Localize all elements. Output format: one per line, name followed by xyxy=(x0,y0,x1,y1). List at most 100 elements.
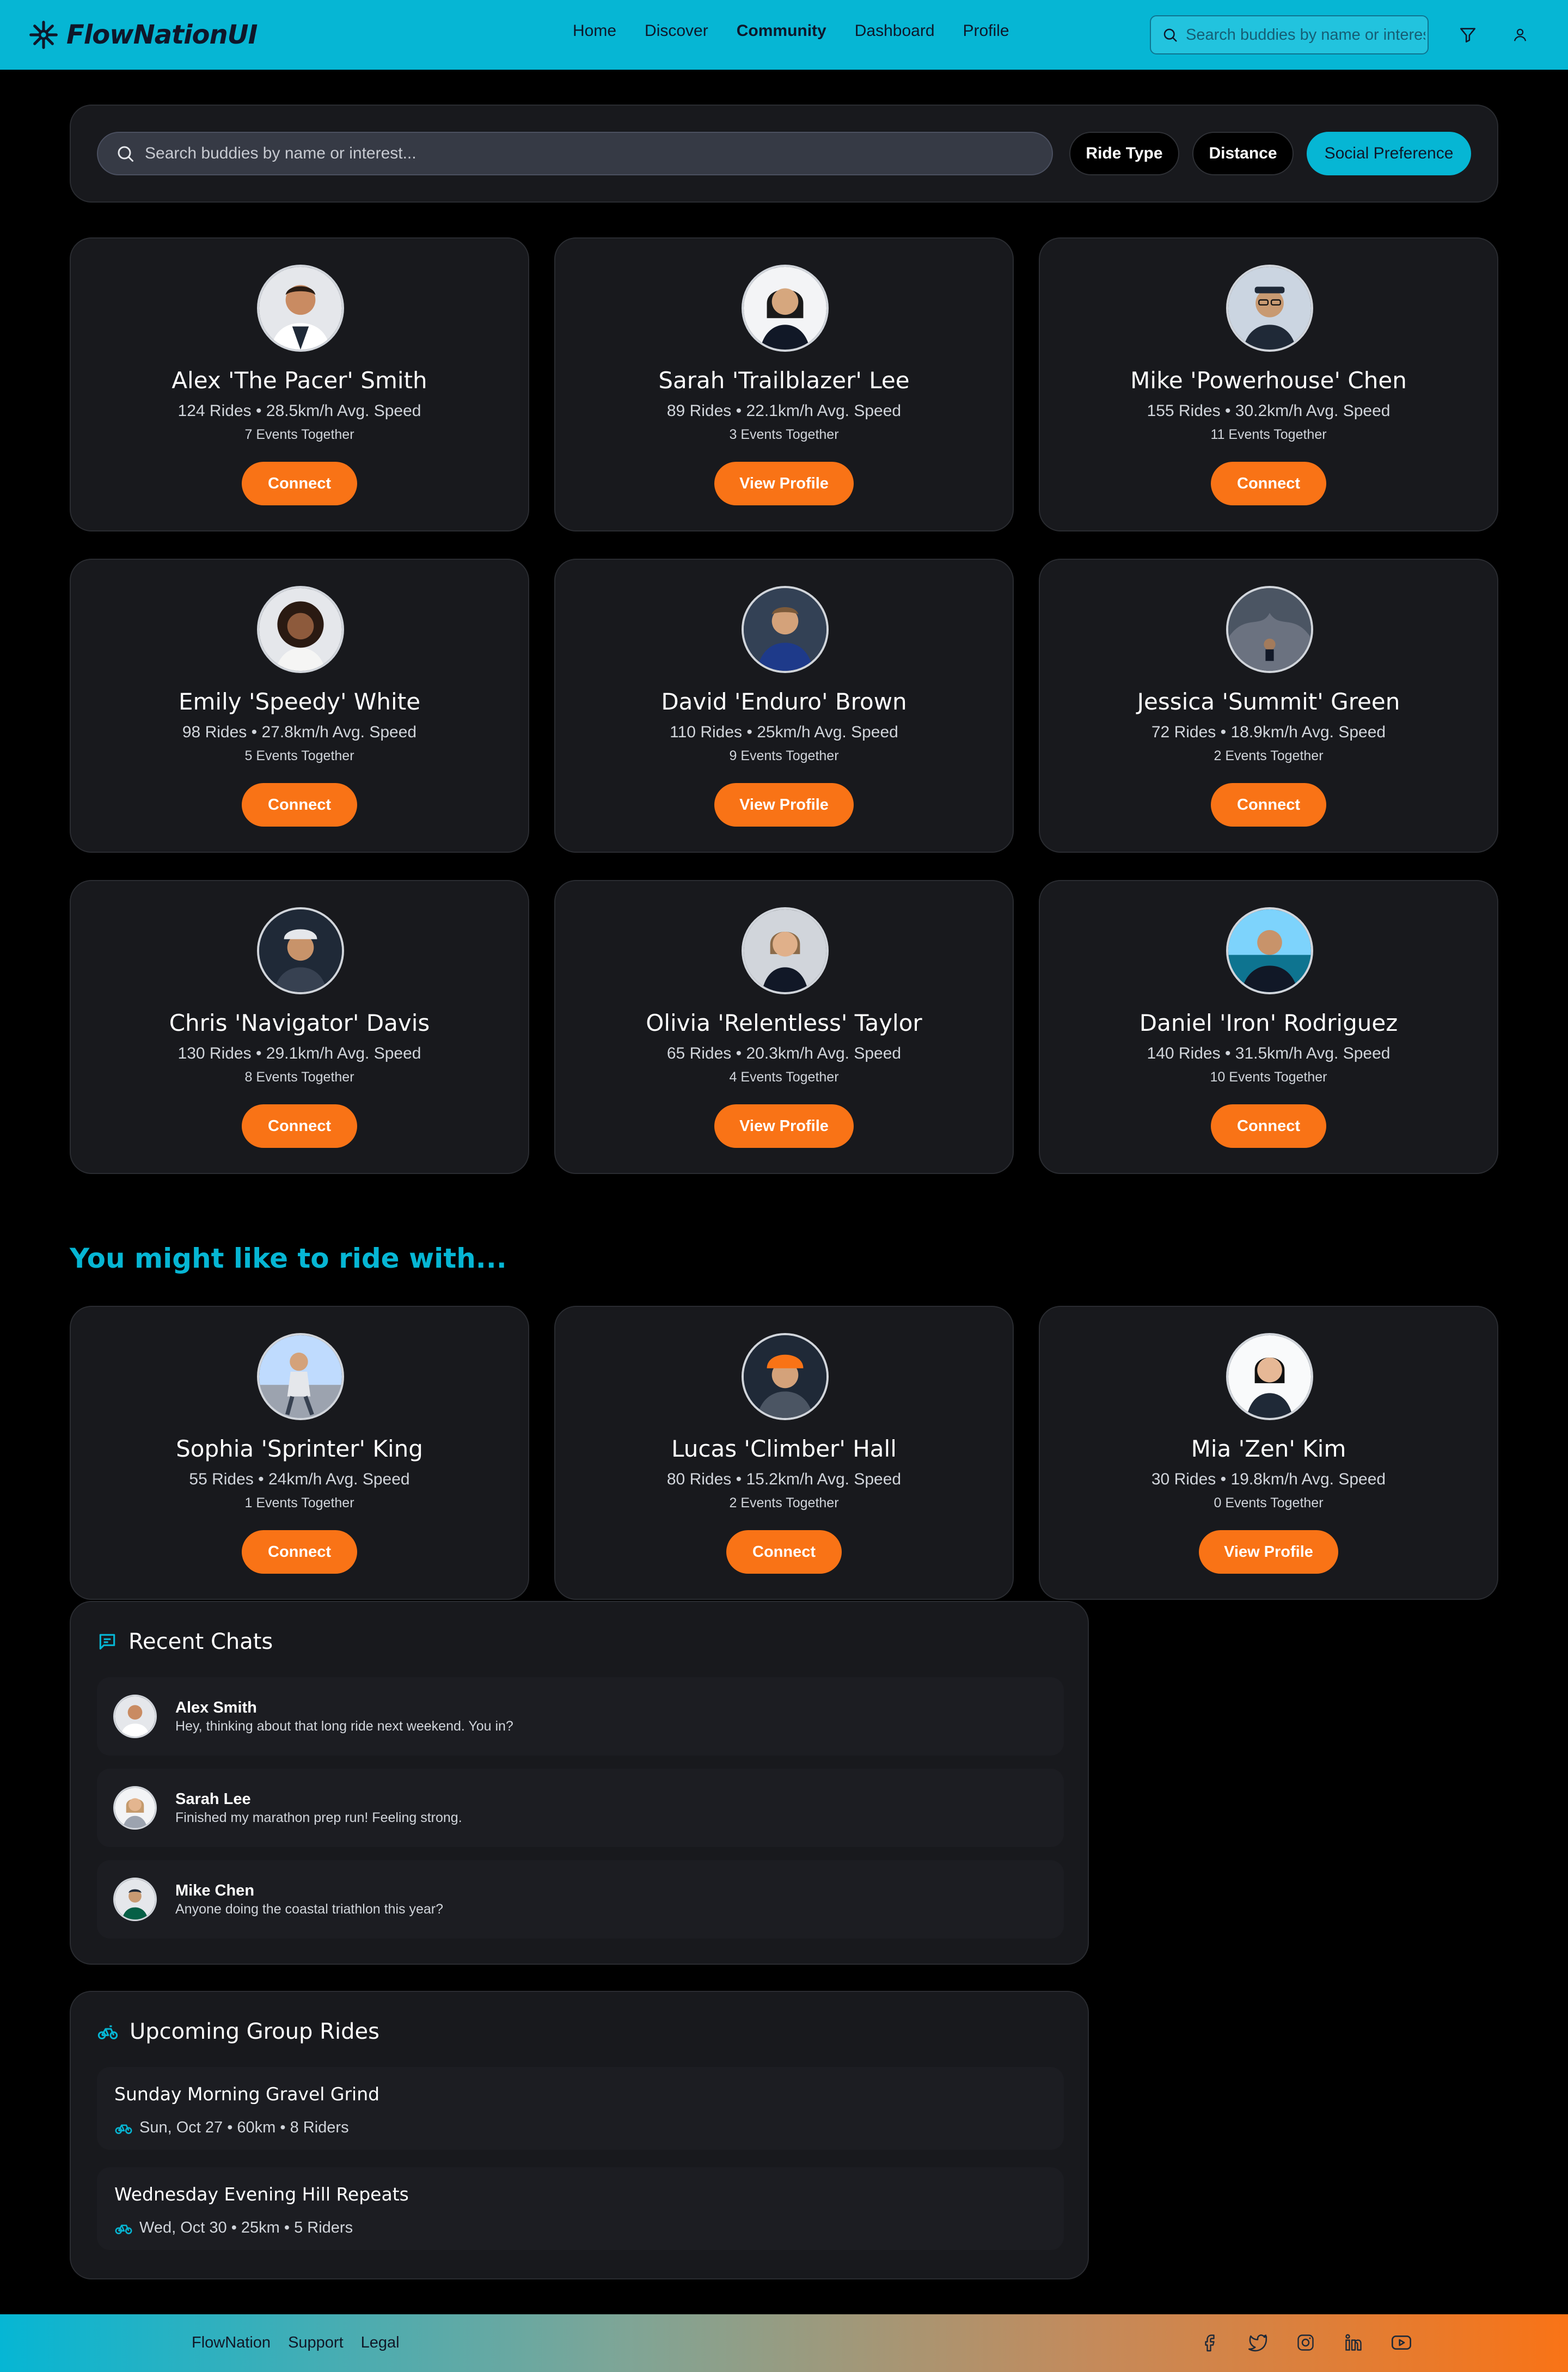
chat-sender: Sarah Lee xyxy=(175,1790,251,1808)
connect-button[interactable]: Connect xyxy=(726,1530,842,1574)
flow-logo-icon xyxy=(29,21,58,49)
buddy-name: Chris 'Navigator' Davis xyxy=(169,1010,430,1036)
avatar xyxy=(113,1878,157,1921)
ride-title: Sunday Morning Gravel Grind xyxy=(114,2083,380,2105)
avatar xyxy=(113,1695,157,1738)
avatar xyxy=(742,586,829,673)
buddy-card: David 'Enduro' Brown 110 Rides • 25km/h … xyxy=(554,559,1014,853)
avatar xyxy=(742,265,829,352)
nav-home[interactable]: Home xyxy=(573,22,616,40)
ride-meta: Wed, Oct 30 • 25km • 5 Riders xyxy=(114,2218,353,2237)
instagram-icon[interactable] xyxy=(1294,2331,1318,2355)
youtube-icon[interactable] xyxy=(1389,2331,1413,2355)
buddy-card: Emily 'Speedy' White 98 Rides • 27.8km/h… xyxy=(70,559,529,853)
brand-name: FlowNationUI xyxy=(66,20,258,50)
suggestion-card: Mia 'Zen' Kim 30 Rides • 19.8km/h Avg. S… xyxy=(1039,1306,1498,1600)
connect-button[interactable]: Connect xyxy=(1211,783,1326,827)
buddy-name: Jessica 'Summit' Green xyxy=(1137,688,1400,715)
buddy-stats: 80 Rides • 15.2km/h Avg. Speed xyxy=(666,1470,902,1488)
header-search xyxy=(1150,15,1429,54)
group-rides-header: Upcoming Group Rides xyxy=(97,2019,379,2044)
buddy-stats: 124 Rides • 28.5km/h Avg. Speed xyxy=(177,402,421,420)
buddy-name: David 'Enduro' Brown xyxy=(661,688,907,715)
ride-meta: Sun, Oct 27 • 60km • 8 Riders xyxy=(114,2118,349,2137)
connect-button[interactable]: Connect xyxy=(1211,462,1326,505)
avatar xyxy=(1226,265,1313,352)
header-search-input[interactable] xyxy=(1186,26,1425,44)
nav-dashboard[interactable]: Dashboard xyxy=(855,22,935,40)
avatar xyxy=(257,586,344,673)
nav-community[interactable]: Community xyxy=(737,22,826,40)
buddy-name: Sarah 'Trailblazer' Lee xyxy=(658,367,910,394)
avatar xyxy=(1226,1333,1313,1420)
chat-item[interactable]: Sarah Lee Finished my marathon prep run!… xyxy=(97,1769,1064,1847)
filter-social-preference[interactable]: Social Preference xyxy=(1307,132,1471,175)
group-rides-panel: Upcoming Group Rides Sunday Morning Grav… xyxy=(70,1991,1089,2279)
suggestion-card: Lucas 'Climber' Hall 80 Rides • 15.2km/h… xyxy=(554,1306,1014,1600)
buddy-card: Mike 'Powerhouse' Chen 155 Rides • 30.2k… xyxy=(1039,237,1498,531)
footer-link-legal[interactable]: Legal xyxy=(361,2334,400,2352)
avatar xyxy=(113,1786,157,1830)
buddy-events: 7 Events Together xyxy=(244,427,354,442)
recent-chats-panel: Recent Chats Alex Smith Hey, thinking ab… xyxy=(70,1601,1089,1965)
facebook-icon[interactable] xyxy=(1198,2331,1222,2355)
buddy-stats: 130 Rides • 29.1km/h Avg. Speed xyxy=(177,1044,421,1062)
filter-button[interactable] xyxy=(1455,22,1481,48)
buddy-events: 3 Events Together xyxy=(729,427,839,442)
ride-item[interactable]: Wednesday Evening Hill Repeats Wed, Oct … xyxy=(97,2167,1064,2250)
chat-sender: Alex Smith xyxy=(175,1699,257,1716)
buddy-stats: 89 Rides • 22.1km/h Avg. Speed xyxy=(666,402,902,420)
filter-distance[interactable]: Distance xyxy=(1192,132,1294,175)
view-profile-button[interactable]: View Profile xyxy=(714,783,854,827)
avatar xyxy=(257,1333,344,1420)
buddy-card: Olivia 'Relentless' Taylor 65 Rides • 20… xyxy=(554,880,1014,1174)
buddy-card: Daniel 'Iron' Rodriguez 140 Rides • 31.5… xyxy=(1039,880,1498,1174)
footer-links: FlowNation Support Legal xyxy=(192,2334,400,2352)
chat-preview: Finished my marathon prep run! Feeling s… xyxy=(175,1810,462,1825)
brand-logo[interactable]: FlowNationUI xyxy=(28,17,258,52)
buddy-stats: 110 Rides • 25km/h Avg. Speed xyxy=(670,723,898,741)
buddy-events: 9 Events Together xyxy=(729,748,839,763)
bike-icon xyxy=(115,2124,132,2134)
view-profile-button[interactable]: View Profile xyxy=(1199,1530,1338,1574)
chat-sender: Mike Chen xyxy=(175,1882,255,1899)
avatar xyxy=(257,907,344,994)
connect-button[interactable]: Connect xyxy=(242,783,357,827)
buddy-search xyxy=(97,132,1053,175)
connect-button[interactable]: Connect xyxy=(242,462,357,505)
footer-link-flownation[interactable]: FlowNation xyxy=(192,2334,271,2352)
social-links xyxy=(1198,2331,1413,2355)
buddy-events: 4 Events Together xyxy=(729,1069,839,1085)
twitter-icon[interactable] xyxy=(1246,2331,1270,2355)
chat-item[interactable]: Alex Smith Hey, thinking about that long… xyxy=(97,1677,1064,1756)
chat-item[interactable]: Mike Chen Anyone doing the coastal triat… xyxy=(97,1860,1064,1939)
filter-ride-type[interactable]: Ride Type xyxy=(1069,132,1179,175)
ride-title: Wednesday Evening Hill Repeats xyxy=(114,2184,409,2205)
bike-icon xyxy=(115,2224,132,2234)
buddy-search-input[interactable] xyxy=(145,144,1016,163)
connect-button[interactable]: Connect xyxy=(242,1530,357,1574)
buddy-events: 10 Events Together xyxy=(1210,1069,1327,1085)
buddy-events: 5 Events Together xyxy=(244,748,354,763)
connect-button[interactable]: Connect xyxy=(1211,1104,1326,1148)
view-profile-button[interactable]: View Profile xyxy=(714,462,854,505)
user-menu-button[interactable] xyxy=(1507,22,1533,48)
linkedin-icon[interactable] xyxy=(1342,2331,1365,2355)
ride-item[interactable]: Sunday Morning Gravel Grind Sun, Oct 27 … xyxy=(97,2067,1064,2150)
avatar xyxy=(742,907,829,994)
view-profile-button[interactable]: View Profile xyxy=(714,1104,854,1148)
filter-icon xyxy=(1460,28,1476,43)
nav-profile[interactable]: Profile xyxy=(963,22,1009,40)
connect-button[interactable]: Connect xyxy=(242,1104,357,1148)
recent-chats-title: Recent Chats xyxy=(128,1629,273,1654)
buddy-stats: 72 Rides • 18.9km/h Avg. Speed xyxy=(1151,723,1386,741)
buddy-name: Olivia 'Relentless' Taylor xyxy=(646,1010,922,1036)
ride-details: Sun, Oct 27 • 60km • 8 Riders xyxy=(139,2118,349,2136)
buddy-name: Alex 'The Pacer' Smith xyxy=(171,367,427,394)
buddy-events: 0 Events Together xyxy=(1214,1495,1324,1511)
footer-link-support[interactable]: Support xyxy=(288,2334,344,2352)
buddy-events: 11 Events Together xyxy=(1210,427,1327,442)
buddy-card: Chris 'Navigator' Davis 130 Rides • 29.1… xyxy=(70,880,529,1174)
group-rides-title: Upcoming Group Rides xyxy=(130,2019,379,2044)
nav-discover[interactable]: Discover xyxy=(645,22,708,40)
